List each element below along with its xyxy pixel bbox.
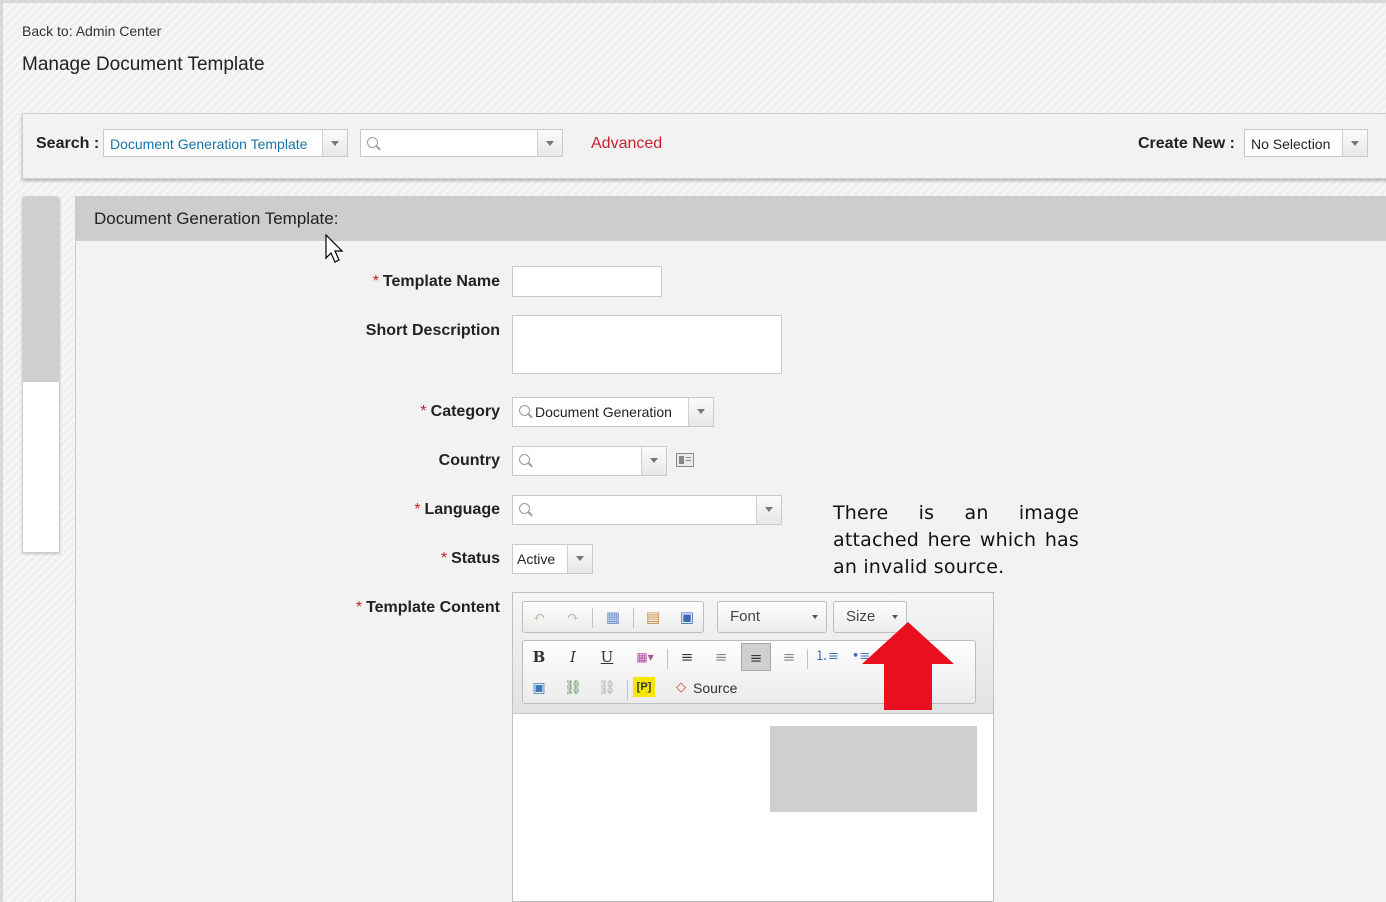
language-label: * Language [414, 501, 500, 518]
window-top-border [0, 0, 1386, 3]
search-label: Search : [36, 135, 100, 152]
redo-icon[interactable]: ↷ [561, 605, 585, 629]
numbered-list-icon[interactable]: ⒈≡ [815, 645, 839, 669]
panel-header: Document Generation Template: [76, 196, 1386, 241]
side-panel-collapse-tab[interactable] [22, 196, 60, 553]
italic-button[interactable]: I [561, 645, 585, 669]
remove-link-icon[interactable]: ⛓ [595, 676, 619, 700]
source-button[interactable]: Source [693, 676, 753, 700]
side-panel-tab-handle[interactable] [23, 197, 59, 382]
category-label: * Category [420, 403, 500, 420]
text-color-icon[interactable]: ▦▾ [629, 645, 661, 669]
create-new-select[interactable]: No Selection [1244, 129, 1368, 157]
chevron-down-icon[interactable] [537, 130, 562, 156]
search-icon [519, 454, 530, 465]
mouse-cursor-icon [325, 234, 344, 263]
advanced-search-link[interactable]: Advanced [591, 135, 662, 153]
status-label: * Status [440, 550, 500, 567]
table-icon[interactable]: ▦ [601, 605, 625, 629]
country-select[interactable] [512, 446, 667, 476]
template-content-label: * Template Content [355, 599, 500, 616]
align-left-icon[interactable]: ≡ [675, 645, 699, 669]
font-select-label: Font [730, 608, 761, 625]
create-new-value: No Selection [1251, 136, 1331, 152]
placeholder-button[interactable]: [P] [633, 677, 655, 697]
align-right-icon[interactable]: ≡ [741, 643, 771, 671]
align-justify-icon[interactable]: ≡ [777, 645, 801, 669]
chevron-down-icon[interactable] [322, 130, 347, 156]
required-marker: * [440, 550, 448, 567]
short-description-label: Short Description [365, 322, 500, 339]
chevron-down-icon[interactable] [1342, 130, 1367, 156]
window-left-border [0, 0, 3, 902]
required-marker: * [355, 599, 363, 616]
search-icon [367, 137, 378, 148]
undo-icon[interactable]: ↶ [527, 605, 551, 629]
search-type-value: Document Generation Template [110, 136, 308, 152]
toolbar-group-history: ↶ ↷ ▦ ▤ ▣ [522, 601, 704, 633]
required-marker: * [414, 501, 421, 518]
country-details-icon[interactable] [676, 453, 694, 467]
panel-header-title: Document Generation Template: [94, 209, 339, 228]
red-arrow-annotation [862, 622, 954, 710]
search-type-select[interactable]: Document Generation Template [103, 129, 348, 157]
chevron-down-icon[interactable] [641, 447, 666, 475]
chevron-down-icon[interactable] [688, 398, 713, 426]
search-bar: Search : Document Generation Template Ad… [22, 113, 1386, 179]
back-to-admin-center-link[interactable]: Back to: Admin Center [22, 23, 161, 39]
broken-image-placeholder[interactable] [770, 726, 977, 812]
chevron-down-icon[interactable] [567, 545, 592, 573]
category-value: Document Generation [535, 404, 672, 420]
create-new-label: Create New : [1138, 135, 1235, 152]
annotation-note: There is an image attached here which ha… [833, 502, 1079, 578]
underline-button[interactable]: U [595, 645, 619, 669]
required-marker: * [372, 273, 379, 290]
category-select[interactable]: Document Generation [512, 397, 714, 427]
search-query-input[interactable] [360, 129, 563, 157]
search-icon [519, 503, 530, 514]
required-marker: * [420, 403, 427, 420]
template-name-label: * Template Name [372, 273, 500, 290]
insert-link-icon[interactable]: ⛓ [561, 676, 585, 700]
paste-text-icon[interactable]: ▤ [641, 605, 665, 629]
paste-from-word-icon[interactable]: ▣ [675, 605, 699, 629]
align-center-icon[interactable]: ≡ [709, 645, 733, 669]
template-name-input[interactable] [512, 266, 662, 297]
short-description-textarea[interactable] [512, 315, 782, 374]
page-title: Manage Document Template [22, 54, 265, 75]
country-label: Country [438, 452, 500, 469]
status-value: Active [517, 551, 556, 567]
search-icon [519, 405, 530, 416]
bold-button[interactable]: B [527, 645, 551, 669]
font-select[interactable]: Font [717, 601, 827, 633]
insert-image-icon[interactable]: ▣ [527, 676, 551, 700]
source-icon: ◇ [676, 680, 686, 695]
status-select[interactable]: Active [512, 544, 593, 574]
language-select[interactable] [512, 495, 782, 525]
chevron-down-icon[interactable] [756, 496, 781, 524]
